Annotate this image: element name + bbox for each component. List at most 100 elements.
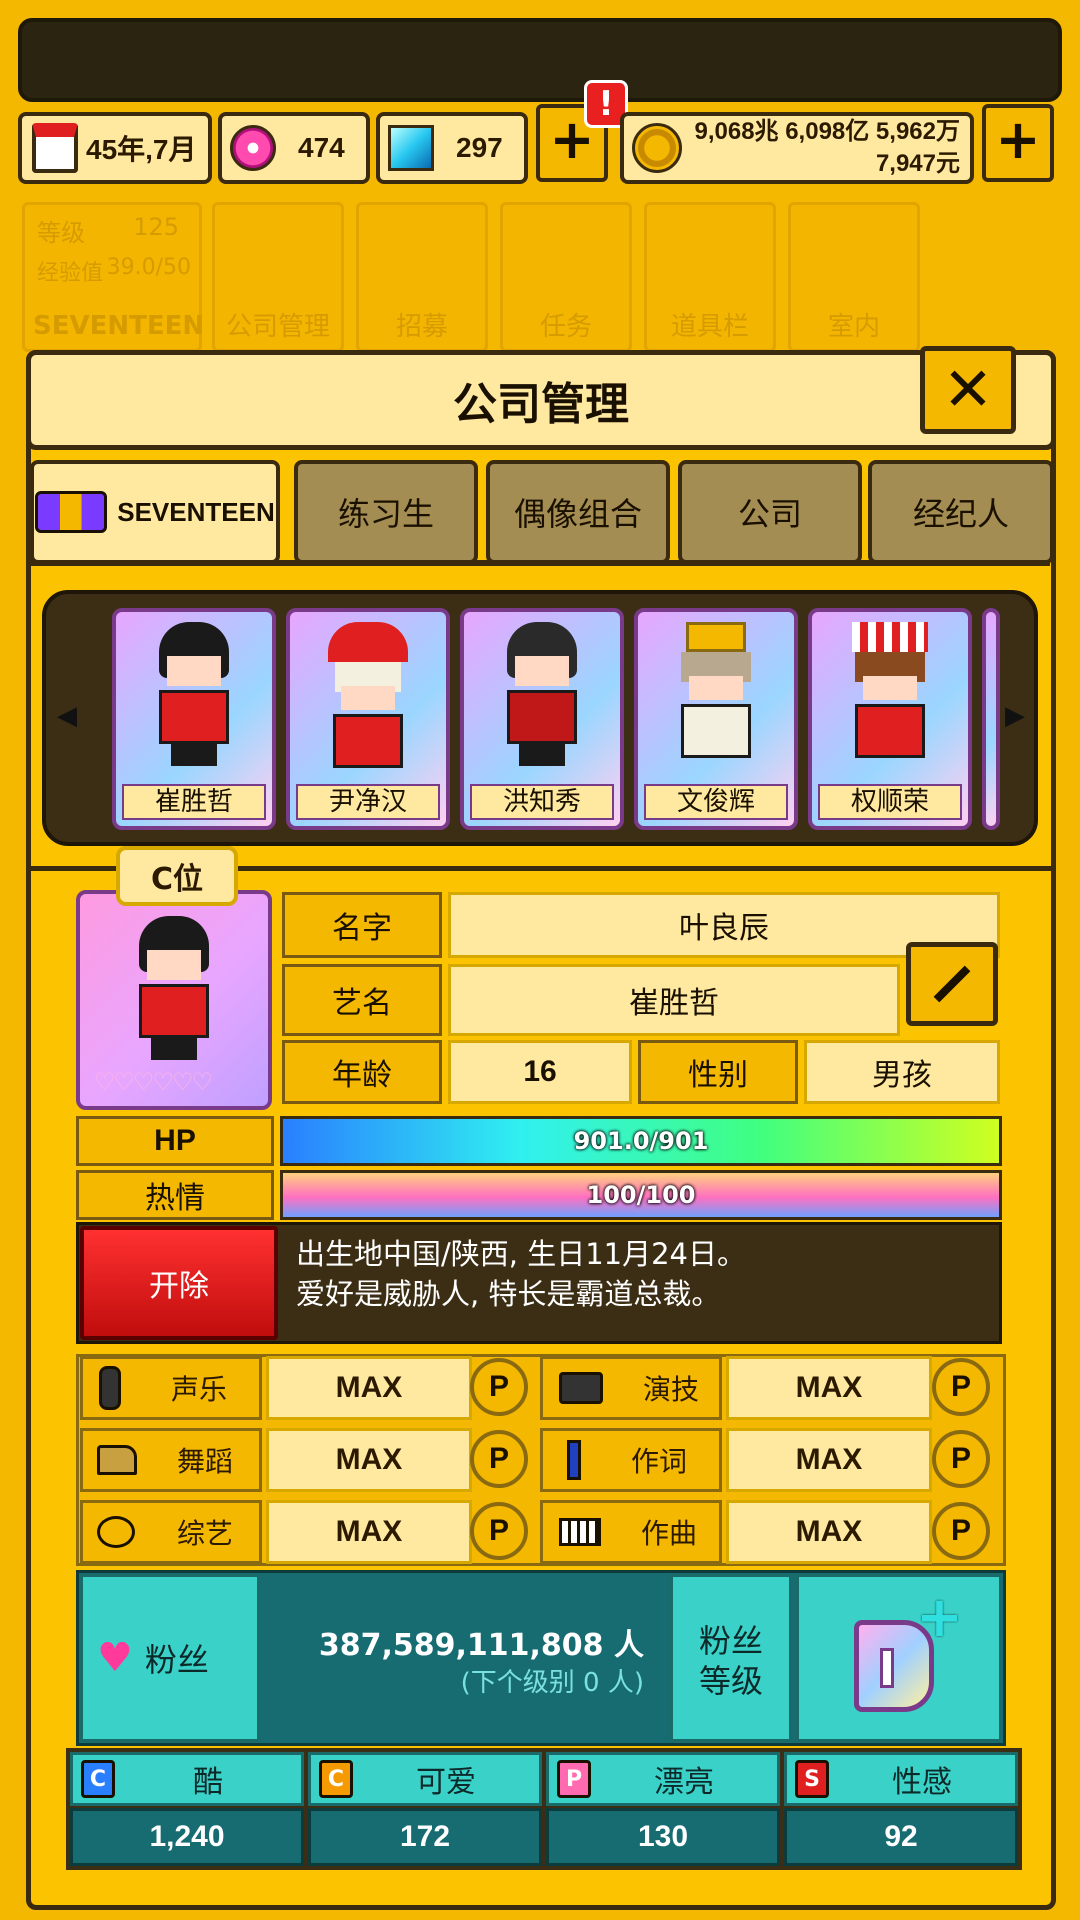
- variety-icon: [97, 1516, 135, 1548]
- bg-level-panel: 等级 125 经验值 39.0/50 SEVENTEEN: [22, 202, 204, 352]
- member-card[interactable]: 尹净汉: [286, 608, 450, 830]
- fan-level-label: 粉丝 等级: [670, 1574, 792, 1742]
- member-card[interactable]: 文俊辉: [634, 608, 798, 830]
- member-sprite: [144, 622, 244, 782]
- cute-badge-icon: C: [319, 1760, 353, 1798]
- selected-member-portrait: ♡♡♡♡♡♡: [76, 890, 272, 1110]
- stat-cool-header: C 酷: [70, 1752, 304, 1806]
- tab-trainees[interactable]: 练习生: [294, 460, 478, 564]
- stage-name-value: 崔胜哲: [448, 964, 900, 1036]
- pen-icon: [567, 1440, 581, 1480]
- carousel-left-arrow[interactable]: ◀: [52, 696, 82, 736]
- pink-gem-counter: 474: [218, 112, 370, 184]
- stage-name-label: 艺名: [282, 964, 442, 1036]
- name-label: 名字: [282, 892, 442, 958]
- stat-pretty-value: 130: [546, 1808, 780, 1866]
- close-button[interactable]: ✕: [920, 346, 1016, 434]
- stat-sexy-header: S 性感: [784, 1752, 1018, 1806]
- hp-label: HP: [76, 1116, 274, 1166]
- fans-count: 387,589,111,808 人: [318, 1628, 644, 1663]
- skill-compose: 作曲: [540, 1500, 722, 1564]
- skill-dance-value: MAX: [266, 1428, 472, 1492]
- skill-acting-value: MAX: [726, 1356, 932, 1420]
- stat-cute-value: 172: [308, 1808, 542, 1866]
- skill-acting-p-button[interactable]: P: [932, 1358, 990, 1416]
- calendar-icon: [32, 123, 78, 173]
- member-card[interactable]: 洪知秀: [460, 608, 624, 830]
- piano-icon: [559, 1518, 601, 1546]
- passion-bar: 100/100: [280, 1170, 1002, 1220]
- stat-cool-value: 1,240: [70, 1808, 304, 1866]
- member-sprite: [124, 916, 224, 1076]
- skill-lyrics-p-button[interactable]: P: [932, 1430, 990, 1488]
- skill-acting: 演技: [540, 1356, 722, 1420]
- tab-manager[interactable]: 经纪人: [868, 460, 1054, 564]
- fan-level-up-button[interactable]: +: [796, 1574, 1002, 1742]
- tab-divider: [30, 560, 1050, 566]
- p-plus-icon: +: [844, 1590, 963, 1718]
- member-sprite: [492, 622, 592, 782]
- edit-button[interactable]: [906, 942, 998, 1026]
- heart-rating: ♡♡♡♡♡♡: [94, 1068, 213, 1096]
- passion-label: 热情: [76, 1170, 274, 1220]
- skill-vocal: 声乐: [80, 1356, 262, 1420]
- skill-vocal-p-button[interactable]: P: [470, 1358, 528, 1416]
- age-label: 年龄: [282, 1040, 442, 1104]
- age-value: 16: [448, 1040, 632, 1104]
- top-status-bar: [18, 18, 1062, 102]
- bg-nav-recruit: 招募: [356, 202, 488, 352]
- bg-nav-quest: 任务: [500, 202, 632, 352]
- skill-vocal-value: MAX: [266, 1356, 472, 1420]
- skill-lyrics: 作词: [540, 1428, 722, 1492]
- bg-nav-interior: 室内: [788, 202, 920, 352]
- money-display: 9,068兆 6,098亿 5,962万 7,947元: [620, 112, 974, 184]
- close-icon: ✕: [942, 355, 994, 425]
- dialog-title: 公司管理: [453, 379, 629, 430]
- stat-sexy-value: 92: [784, 1808, 1018, 1866]
- passion-text: 100/100: [586, 1181, 696, 1209]
- member-card[interactable]: 权顺荣: [808, 608, 972, 830]
- tab-idol-groups[interactable]: 偶像组合: [486, 460, 670, 564]
- skill-lyrics-value: MAX: [726, 1428, 932, 1492]
- bg-nav-items: 道具栏: [644, 202, 776, 352]
- blue-gem-counter: 297: [376, 112, 528, 184]
- skill-compose-p-button[interactable]: P: [932, 1502, 990, 1560]
- member-sprite: [840, 622, 940, 782]
- blue-gem-icon: [388, 125, 434, 171]
- cool-badge-icon: C: [81, 1760, 115, 1798]
- member-card-partial[interactable]: [982, 608, 1000, 830]
- heart-icon: ♥: [97, 1635, 133, 1681]
- date-display: 45年,7月: [18, 112, 212, 184]
- pencil-icon: [933, 965, 971, 1003]
- tab-seventeen[interactable]: SEVENTEEN: [30, 460, 280, 564]
- fire-button[interactable]: 开除: [80, 1226, 278, 1340]
- hp-bar: 901.0/901: [280, 1116, 1002, 1166]
- camera-icon: [559, 1372, 603, 1404]
- fans-next-level: (下个级别 0 人): [460, 1668, 644, 1698]
- skill-variety-p-button[interactable]: P: [470, 1502, 528, 1560]
- skill-dance: 舞蹈: [80, 1428, 262, 1492]
- skill-dance-p-button[interactable]: P: [470, 1430, 528, 1488]
- bg-nav-company: 公司管理: [212, 202, 344, 352]
- member-sprite: [666, 622, 766, 782]
- tab-company[interactable]: 公司: [678, 460, 862, 564]
- fans-label-box: ♥ 粉丝: [80, 1574, 260, 1742]
- skill-compose-value: MAX: [726, 1500, 932, 1564]
- pink-gem-icon: [230, 125, 276, 171]
- stat-cute-header: C 可爱: [308, 1752, 542, 1806]
- member-card[interactable]: 崔胜哲: [112, 608, 276, 830]
- skill-variety-value: MAX: [266, 1500, 472, 1564]
- group-icon: [35, 491, 108, 533]
- pretty-badge-icon: P: [557, 1760, 591, 1798]
- gender-value: 男孩: [804, 1040, 1000, 1104]
- hp-text: 901.0/901: [573, 1127, 709, 1155]
- microphone-icon: [99, 1366, 121, 1410]
- carousel-right-arrow[interactable]: ▶: [1000, 696, 1030, 736]
- bio-text: 出生地中国/陕西, 生日11月24日。 爱好是威胁人, 特长是霸道总裁。: [296, 1237, 747, 1311]
- position-badge: C位: [116, 846, 238, 906]
- member-sprite: [318, 622, 418, 782]
- skill-variety: 综艺: [80, 1500, 262, 1564]
- dialog-title-bar: 公司管理: [26, 350, 1056, 450]
- add-money-button[interactable]: +: [982, 104, 1054, 182]
- gender-label: 性别: [638, 1040, 798, 1104]
